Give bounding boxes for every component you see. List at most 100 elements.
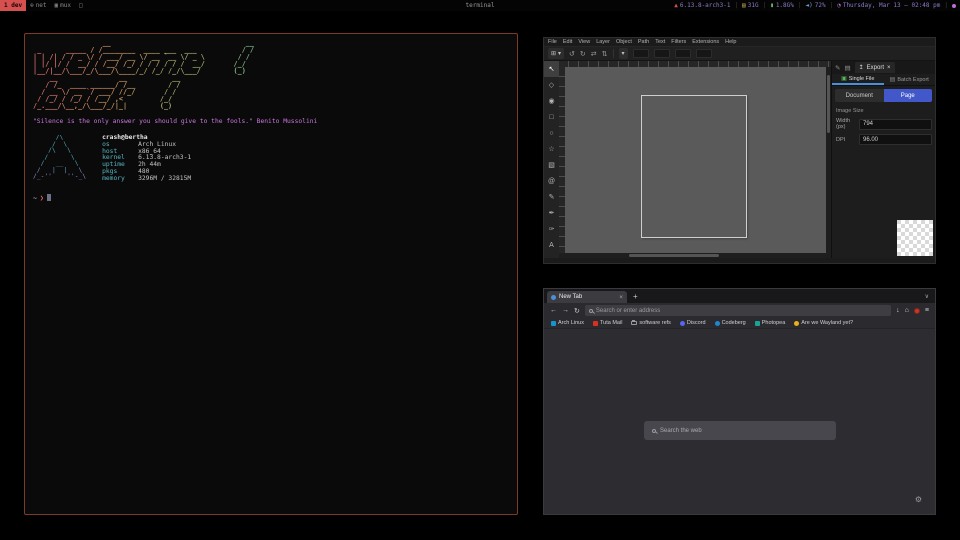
box3d-tool[interactable]: ▧ [544,157,559,173]
pen-tool[interactable]: ✒ [544,205,559,221]
search-icon [652,429,656,433]
browser-window[interactable]: New Tab × + ∨ ← → ↻ Search or enter addr… [543,288,936,515]
rotate-cw-icon[interactable]: ↻ [580,50,586,58]
dpi-label: DPI [836,137,856,143]
divider [613,49,614,58]
tray-icon[interactable] [952,4,956,8]
url-bar[interactable]: Search or enter address [585,305,891,316]
workspace-net[interactable]: ⊕ net [26,0,50,11]
star-tool[interactable]: ☆ [544,141,559,157]
arch-icon: ▲ [674,2,678,9]
tab-single-file[interactable]: ▣ Single File [832,74,884,85]
ellipse-icon: ○ [549,130,553,137]
menu-layer[interactable]: Layer [596,39,610,45]
memory-module: ▮ 1.8G% [770,2,794,9]
reload-icon[interactable]: ↻ [574,307,580,315]
selection-mode-dropdown[interactable]: ⊞ ▾ [548,48,564,59]
width-label: Width (px) [836,118,856,130]
document-button[interactable]: Document [835,89,884,102]
gear-icon[interactable]: ⚙ [915,495,922,504]
close-tab-icon[interactable]: × [619,294,623,301]
list-tabs-chevron-icon[interactable]: ∨ [925,293,932,300]
web-search-input[interactable]: Search the web [644,421,836,440]
ellipse-tool[interactable]: ○ [544,125,559,141]
edit-dialog-icon[interactable]: ✎ [835,64,840,72]
menu-text[interactable]: Text [655,39,665,45]
volume-level: 72% [815,2,826,9]
canvas[interactable] [565,67,826,253]
height-field[interactable] [696,49,712,58]
layers-dialog-icon[interactable]: ▤ [844,64,850,72]
bookmark-folder-software-refs[interactable]: software refs [631,320,670,326]
prompt-cwd: ~ [33,194,37,202]
flip-horizontal-icon[interactable]: ⇄ [591,50,597,58]
rectangle-icon: □ [549,114,553,121]
horizontal-scrollbar[interactable] [559,253,831,258]
inkscape-window[interactable]: File Edit View Layer Object Path Text Fi… [543,37,936,264]
close-icon[interactable]: × [887,65,891,71]
y-field[interactable] [654,49,670,58]
menu-file[interactable]: File [548,39,557,45]
arch-favicon [551,321,556,326]
tab-batch-export[interactable]: ▤ Batch Export [884,74,936,85]
node-editor-tool[interactable]: ◇ [544,77,559,93]
menu-icon[interactable]: ≡ [925,307,929,314]
menu-object[interactable]: Object [616,39,632,45]
x-field[interactable] [633,49,649,58]
menu-path[interactable]: Path [638,39,649,45]
shell-prompt[interactable]: ~ ❯ [33,194,509,202]
pen-icon: ✒ [549,209,555,217]
rotate-ccw-icon[interactable]: ↺ [569,50,575,58]
shape-builder-tool[interactable]: ◉ [544,93,559,109]
page-border [641,95,747,238]
separator: | [798,2,802,9]
terminal-icon: ▣ [55,2,59,9]
menu-edit[interactable]: Edit [563,39,572,45]
selector-tool[interactable]: ↖ [544,61,559,77]
single-file-icon: ▣ [841,75,847,82]
menu-help[interactable]: Help [725,39,736,45]
rectangle-tool[interactable]: □ [544,109,559,125]
bookmark-arch-linux[interactable]: Arch Linux [551,320,584,326]
terminal-window[interactable]: __ __ _ _____ / /________ ____ ___ ___ /… [24,33,518,515]
menu-extensions[interactable]: Extensions [692,39,719,45]
image-size-label: Image Size [836,108,935,114]
text-tool[interactable]: A [544,237,559,253]
menu-view[interactable]: View [578,39,590,45]
adblock-extension-icon[interactable] [914,308,920,314]
pencil-tool[interactable]: ✎ [544,189,559,205]
workspace-empty[interactable]: □ [75,0,87,11]
width-field[interactable] [675,49,691,58]
forward-icon[interactable]: → [562,307,569,314]
bookmark-photopea[interactable]: Photopea [755,320,786,326]
bookmark-discord[interactable]: Discord [680,320,706,326]
bookmark-tuta-mail[interactable]: Tuta Mail [593,320,622,326]
clock-icon: ◔ [837,2,841,9]
bookmark-codeberg[interactable]: Codeberg [715,320,746,326]
workspace-mux[interactable]: ▣ mux [51,0,75,11]
home-icon[interactable]: ⌂ [905,307,909,314]
bookmark-are-we-wayland-yet[interactable]: Are we Wayland yet? [794,320,853,326]
menu-filters[interactable]: Filters [671,39,686,45]
new-tab-button[interactable]: + [633,292,638,301]
export-target-buttons: Document Page [835,89,932,102]
raise-lower-dropdown[interactable]: ▾ [619,48,628,59]
back-icon[interactable]: ← [550,307,557,314]
download-icon[interactable]: ↓ [896,307,900,314]
pencil-icon: ✎ [549,193,555,201]
workspace-dev[interactable]: 1 dev [0,0,26,11]
calligraphy-tool[interactable]: ✑ [544,221,559,237]
scrollbar-thumb[interactable] [827,75,830,133]
clock-module: ◔ Thursday, Mar 13 — 02:48 pm [837,2,940,9]
export-dialog-tab[interactable]: ↥ Export × [855,62,895,73]
scrollbar-thumb[interactable] [629,254,719,257]
active-tab[interactable]: New Tab × [547,291,627,303]
dpi-input[interactable]: 96.00 [859,134,932,145]
flip-vertical-icon[interactable]: ⇅ [602,50,608,58]
spiral-tool[interactable]: @ [544,173,559,189]
new-tab-page: Search the web ⚙ [544,329,935,514]
volume-module[interactable]: ◄) 72% [806,2,826,9]
page-button[interactable]: Page [884,89,933,102]
dpi-row: DPI 96.00 [836,134,932,145]
width-input[interactable]: 794 [859,119,932,130]
